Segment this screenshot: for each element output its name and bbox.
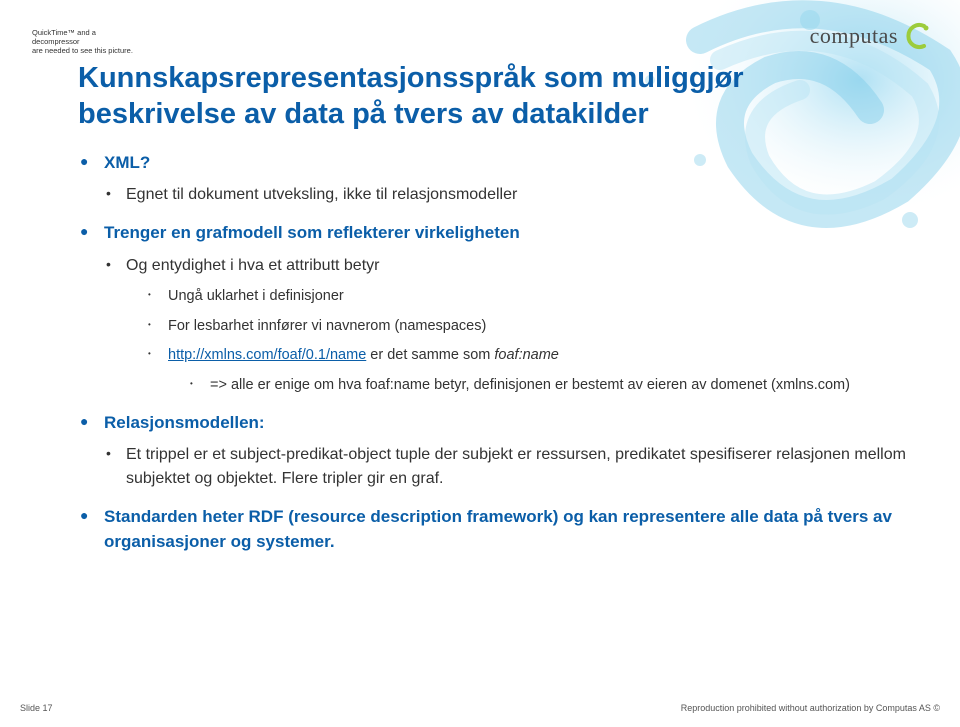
logo-icon: [904, 22, 932, 50]
title-line-2: beskrivelse av data på tvers av datakild…: [78, 98, 649, 130]
note-line-2: decompressor: [32, 37, 133, 46]
slide-number: Slide 17: [20, 703, 53, 713]
bullet-rdf-text: Standarden heter RDF (resource descripti…: [104, 507, 892, 551]
bullet-trippel: Et trippel er et subject-predikat-object…: [78, 443, 920, 491]
bullet-foaf: http://xmlns.com/foaf/0.1/name er det sa…: [78, 345, 920, 397]
foaf-rest: er det samme som: [366, 347, 494, 363]
bullet-relasjonsmodellen-text: Relasjonsmodellen:: [104, 413, 265, 432]
bullet-rdf: Standarden heter RDF (resource descripti…: [78, 505, 920, 554]
bullet-entydighet-text: Og entydighet i hva et attributt betyr: [126, 257, 379, 274]
bullet-relasjonsmodellen: Relasjonsmodellen: Et trippel er et subj…: [78, 411, 920, 492]
foaf-em: foaf:name: [494, 347, 559, 363]
bullet-list: XML? Egnet til dokument utveksling, ikke…: [78, 151, 920, 555]
bullet-foaf-sub-text: => alle er enige om hva foaf:name betyr,…: [210, 377, 850, 393]
logo: computas: [810, 22, 932, 50]
bullet-trippel-text: Et trippel er et subject-predikat-object…: [126, 446, 906, 487]
decompressor-note: QuickTime™ and a decompressor are needed…: [32, 28, 133, 55]
bullet-entydighet: Og entydighet i hva et attributt betyr U…: [78, 254, 920, 397]
bullet-namespaces: For lesbarhet innfører vi navnerom (name…: [78, 316, 920, 338]
bullet-grafmodell: Trenger en grafmodell som reflekterer vi…: [78, 221, 920, 397]
bullet-xml: XML? Egnet til dokument utveksling, ikke…: [78, 151, 920, 208]
bullet-uklarhet: Ungå uklarhet i definisjoner: [78, 286, 920, 308]
note-line-1: QuickTime™ and a: [32, 28, 133, 37]
bullet-uklarhet-text: Ungå uklarhet i definisjoner: [168, 288, 344, 304]
bullet-xml-sub-text: Egnet til dokument utveksling, ikke til …: [126, 186, 517, 203]
bullet-foaf-sub: => alle er enige om hva foaf:name betyr,…: [78, 375, 920, 397]
note-line-3: are needed to see this picture.: [32, 46, 133, 55]
bullet-xml-text: XML?: [104, 153, 150, 172]
bullet-namespaces-text: For lesbarhet innfører vi navnerom (name…: [168, 318, 486, 334]
logo-text: computas: [810, 23, 898, 49]
title-line-1: Kunnskapsrepresentasjonsspråk som muligg…: [78, 62, 744, 94]
copyright: Reproduction prohibited without authoriz…: [681, 703, 940, 713]
slide-title: Kunnskapsrepresentasjonsspråk som muligg…: [78, 60, 920, 133]
slide-content: Kunnskapsrepresentasjonsspråk som muligg…: [78, 60, 920, 569]
bullet-grafmodell-text: Trenger en grafmodell som reflekterer vi…: [104, 223, 520, 242]
bullet-xml-sub: Egnet til dokument utveksling, ikke til …: [78, 183, 920, 207]
foaf-link: http://xmlns.com/foaf/0.1/name: [168, 347, 366, 363]
